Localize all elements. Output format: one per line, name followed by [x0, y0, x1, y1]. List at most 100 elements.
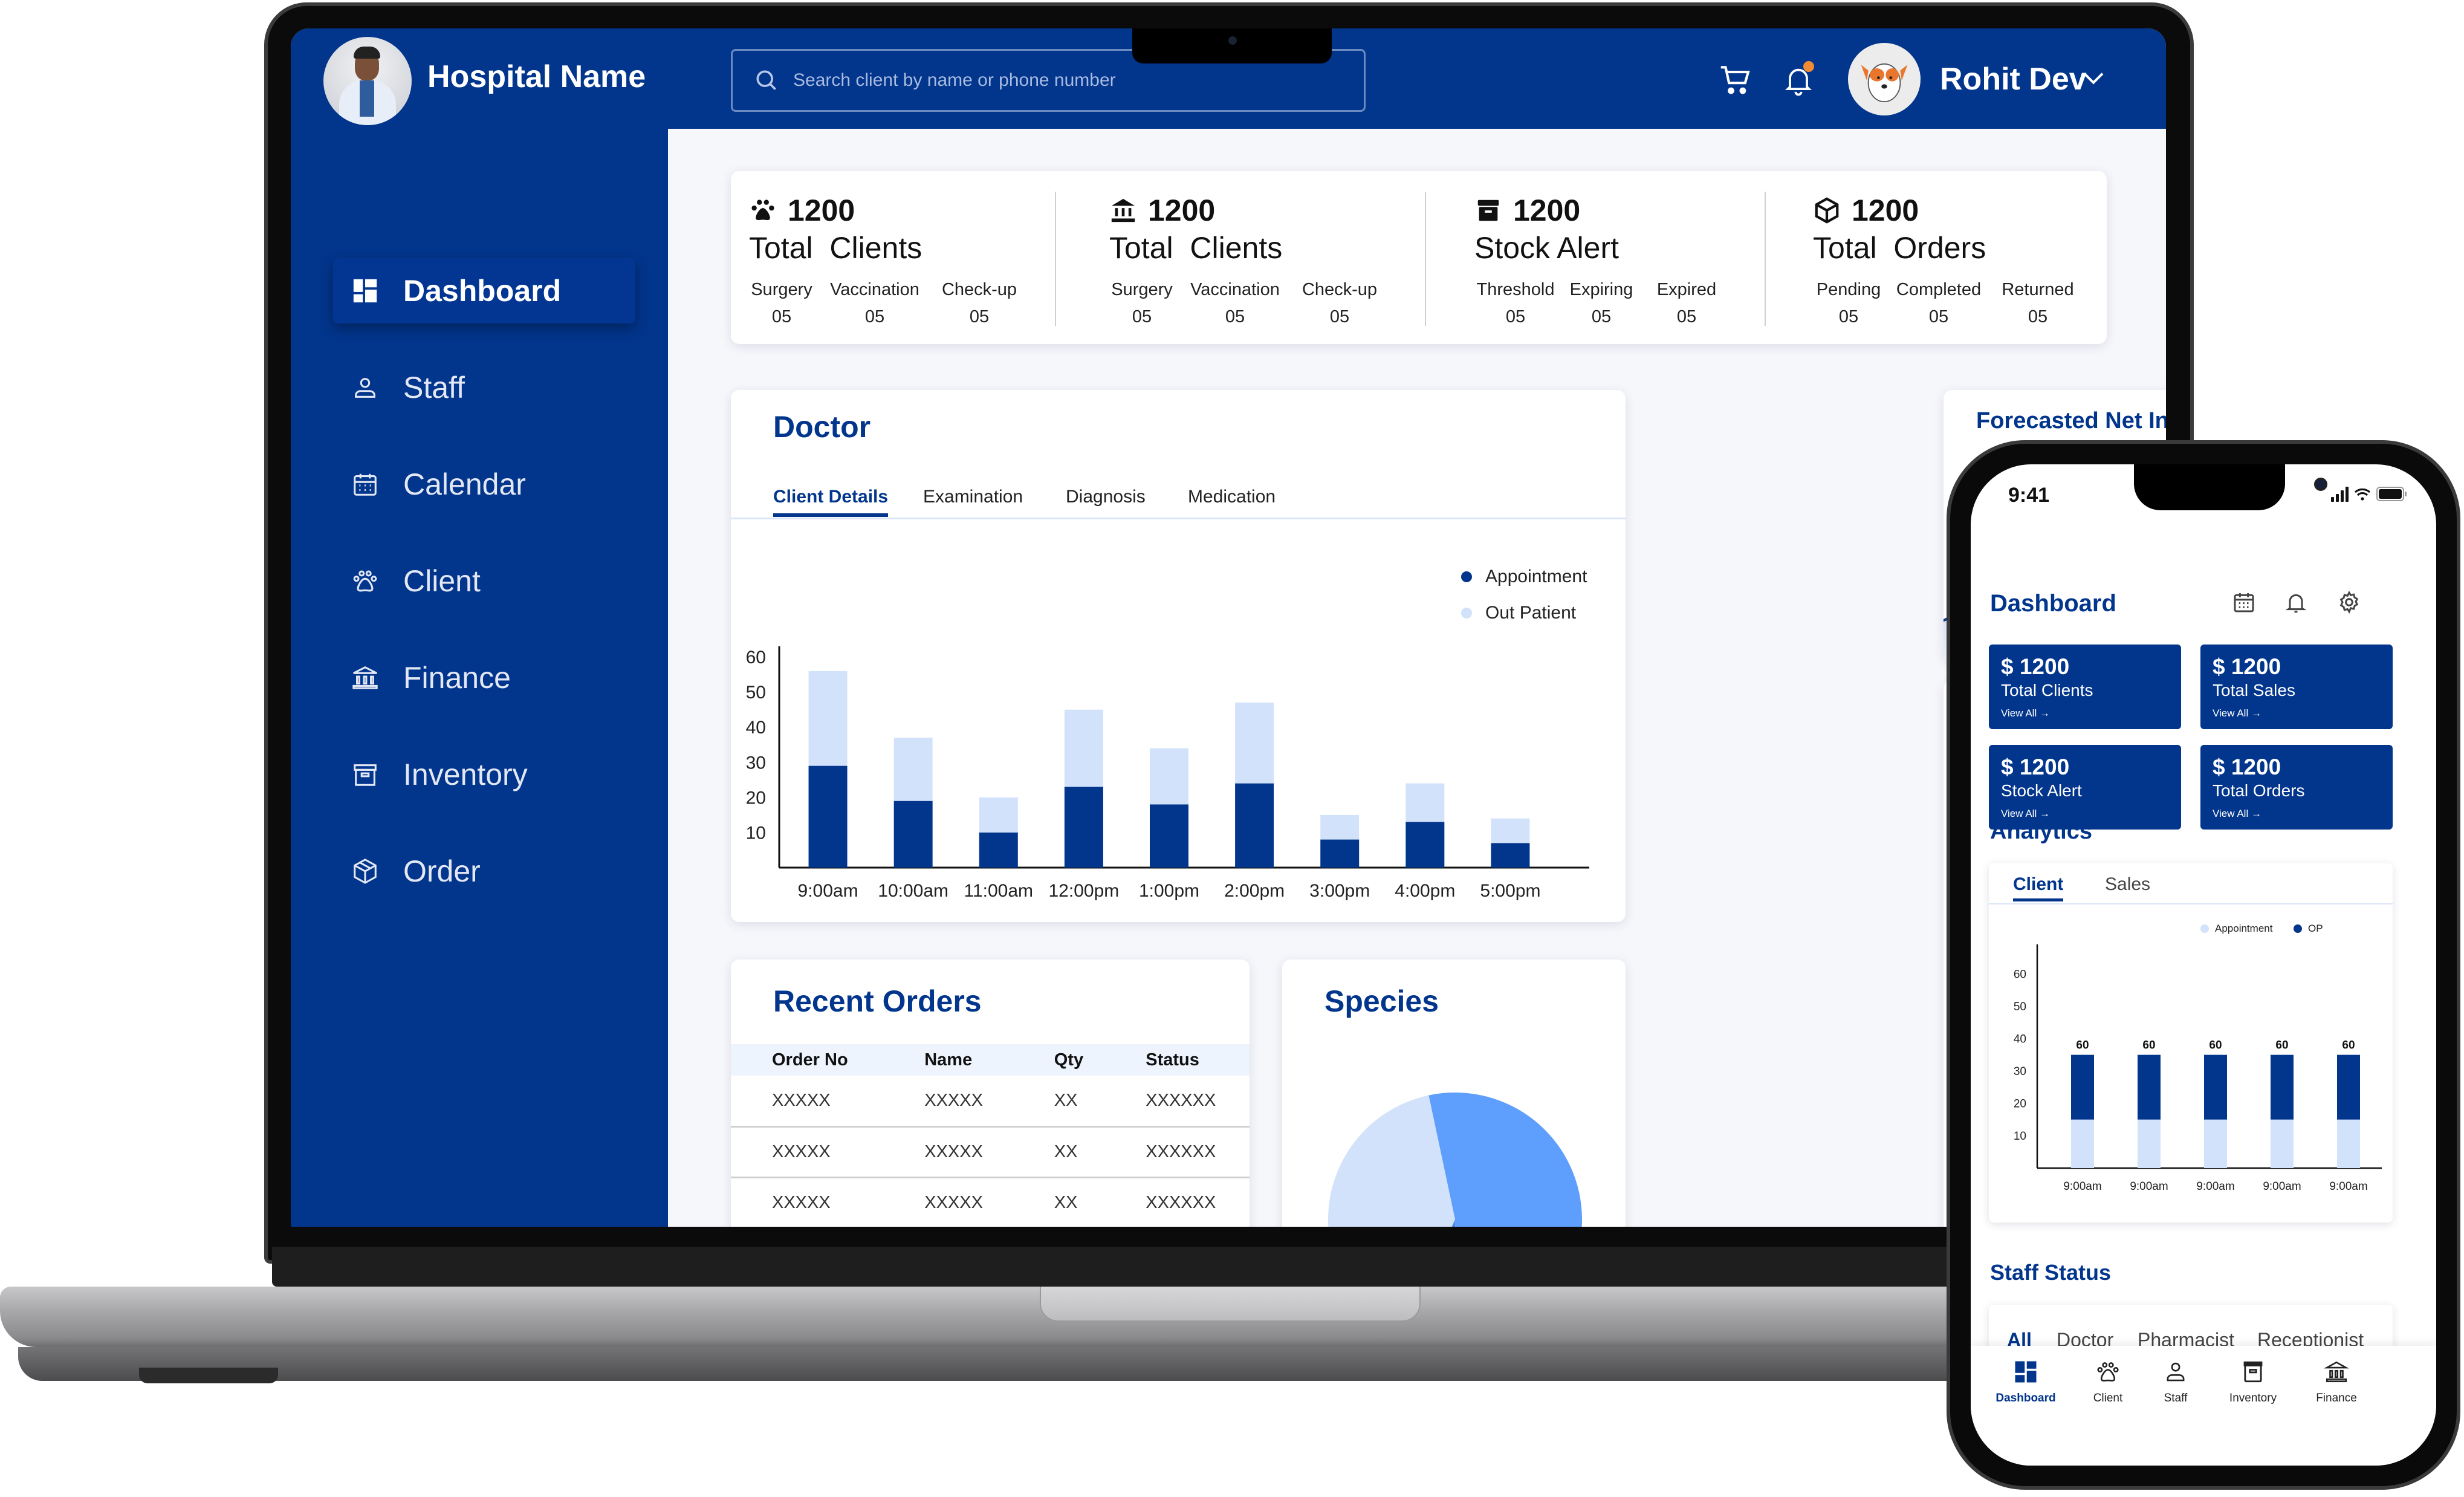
- archive-icon: [1477, 200, 1499, 221]
- search-icon: [756, 70, 776, 90]
- tile-stock-alert[interactable]: $ 1200 Stock Alert View All →: [1989, 745, 2181, 830]
- bar-out-patient: [1491, 818, 1530, 843]
- bar-appointment: [1064, 787, 1103, 868]
- user-icon: [355, 378, 375, 398]
- package-icon: [1815, 197, 1839, 224]
- tile-amount: $ 1200: [2001, 654, 2070, 679]
- status-bar-time: 9:41: [2008, 484, 2050, 507]
- sidebar-item-label: Staff: [403, 371, 465, 404]
- sidebar-item-order[interactable]: Order: [333, 839, 635, 904]
- bar-appointment: [1320, 839, 1360, 868]
- user-avatar[interactable]: [1848, 43, 1921, 115]
- archive-icon: [354, 764, 377, 786]
- calendar-icon[interactable]: [2232, 589, 2256, 615]
- bottom-nav-dashboard[interactable]: Dashboard: [1986, 1359, 2065, 1405]
- gear-icon[interactable]: [2337, 589, 2361, 615]
- stat-total-clients-1[interactable]: 1200 Total Clients Surgery 05 Vaccination…: [731, 171, 1051, 344]
- y-tick-label: 50: [746, 683, 766, 703]
- y-tick-label: 60: [2014, 968, 2026, 981]
- user-icon: [2167, 1362, 2185, 1382]
- tile-label: Total Orders: [2213, 781, 2305, 800]
- stat-stock-alert[interactable]: 1200 Stock Alert Threshold 05 Expiring 05 …: [1456, 171, 1777, 344]
- order-no-cell: XXXXX: [731, 1126, 884, 1178]
- name-cell: XXXXX: [883, 1177, 1013, 1227]
- sidebar-item-calendar[interactable]: Calendar: [333, 452, 635, 517]
- bank-icon: [2324, 1361, 2349, 1383]
- table-row[interactable]: XXXXX XXXXX XX XXXXXX: [731, 1126, 1250, 1178]
- tile-total-sales[interactable]: $ 1200 Total Sales View All →: [2200, 645, 2393, 729]
- x-tick-label: 9:00am: [2130, 1180, 2168, 1193]
- search-input[interactable]: [793, 70, 1337, 91]
- notification-dot: [1803, 61, 1814, 72]
- column-header[interactable]: Order No: [731, 1044, 884, 1076]
- y-tick-label: 50: [2014, 1001, 2026, 1013]
- stat-sub-value: 05: [1928, 307, 1949, 326]
- table-header-row: Order No Name Qty Status: [731, 1044, 1250, 1076]
- view-all-link[interactable]: View All →: [2001, 808, 2050, 820]
- bell-icon[interactable]: [2284, 589, 2308, 615]
- stat-total-orders[interactable]: 1200 Total Orders Pending 05 Completed 05 …: [1795, 171, 2107, 344]
- qty-cell: XX: [1013, 1126, 1105, 1178]
- sidebar-item-client[interactable]: Client: [333, 548, 635, 614]
- sidebar-item-inventory[interactable]: Inventory: [333, 742, 635, 807]
- battery-icon: [2376, 487, 2407, 501]
- bar-op: [2138, 1054, 2161, 1120]
- view-all-link[interactable]: View All →: [2213, 808, 2261, 820]
- column-header[interactable]: Status: [1104, 1044, 1250, 1076]
- stat-sub-value: 05: [1225, 307, 1245, 326]
- bottom-nav-inventory[interactable]: Inventory: [2214, 1359, 2292, 1405]
- stat-sub-label: Surgery: [751, 280, 812, 299]
- view-all-link[interactable]: View All →: [2001, 707, 2050, 719]
- sidebar-item-finance[interactable]: Finance: [333, 645, 635, 710]
- sidebar-item-dashboard[interactable]: Dashboard: [333, 258, 635, 323]
- column-header[interactable]: Qty: [1013, 1044, 1105, 1076]
- status-cell: XXXXXX: [1104, 1126, 1250, 1178]
- wifi-icon: [2354, 488, 2371, 501]
- table-row[interactable]: XXXXX XXXXX XX XXXXXX: [731, 1177, 1250, 1227]
- stat-title: Stock Alert: [1474, 231, 1619, 265]
- bottom-nav-client[interactable]: Client: [2069, 1359, 2147, 1405]
- y-tick-label: 60: [746, 648, 766, 667]
- status-cell: XXXXXX: [1104, 1076, 1250, 1128]
- y-tick-label: 10: [746, 823, 766, 843]
- stat-value: 1200: [1852, 193, 1919, 227]
- x-tick-label: 11:00am: [964, 881, 1034, 901]
- stat-divider: [1055, 192, 1056, 326]
- bar-out-patient: [1405, 783, 1445, 822]
- column-header[interactable]: Name: [883, 1044, 1013, 1076]
- stat-divider: [1765, 192, 1766, 326]
- cart-icon[interactable]: [1716, 61, 1754, 99]
- bank-icon: [1111, 198, 1135, 222]
- bank-icon: [352, 666, 378, 689]
- bar-appointment: [808, 765, 848, 868]
- user-name[interactable]: Rohit Dev: [1940, 61, 2087, 97]
- bottom-nav: Dashboard Client Staff Inventory Finance: [1971, 1346, 2436, 1466]
- x-tick-label: 1:00pm: [1139, 881, 1199, 901]
- chevron-down-icon[interactable]: [2081, 70, 2106, 88]
- bottom-nav-staff[interactable]: Staff: [2136, 1359, 2215, 1405]
- laptop-camera: [1228, 36, 1237, 45]
- bottom-nav-label: Inventory: [2229, 1392, 2277, 1404]
- bar-out-patient: [1150, 748, 1188, 805]
- doctor-bar-chart: 10 20 30 40 50 60 9:00am 10:00am 11:00am 12:00pm 1…: [746, 646, 1589, 901]
- x-tick-label: 4:00pm: [1395, 881, 1455, 901]
- data-label: 60: [2342, 1039, 2355, 1052]
- view-all-link[interactable]: View All →: [2213, 707, 2261, 719]
- bar-out-patient: [979, 797, 1018, 833]
- dashboard-icon: [2015, 1361, 2037, 1383]
- status-cell: XXXXXX: [1104, 1177, 1250, 1227]
- y-tick-label: 30: [746, 753, 766, 773]
- hospital-logo-avatar[interactable]: [323, 37, 412, 125]
- stat-sub-label: Expired: [1656, 280, 1717, 299]
- species-card: Species: [1282, 960, 1626, 1227]
- table-row[interactable]: XXXXX XXXXX XX XXXXXX: [731, 1076, 1250, 1128]
- bottom-nav-label: Finance: [2316, 1392, 2357, 1404]
- tile-total-clients[interactable]: $ 1200 Total Clients View All →: [1989, 645, 2181, 729]
- laptop-base: [0, 1287, 1959, 1347]
- tile-total-orders[interactable]: $ 1200 Total Orders View All →: [2200, 745, 2393, 830]
- stat-sub-value: 05: [1591, 307, 1612, 326]
- bar-out-patient: [1320, 814, 1360, 840]
- sidebar-item-staff[interactable]: Staff: [333, 355, 635, 420]
- stat-total-clients-2[interactable]: 1200 Total Clients Surgery 05 Vaccination…: [1091, 171, 1412, 344]
- bottom-nav-finance[interactable]: Finance: [2297, 1359, 2376, 1405]
